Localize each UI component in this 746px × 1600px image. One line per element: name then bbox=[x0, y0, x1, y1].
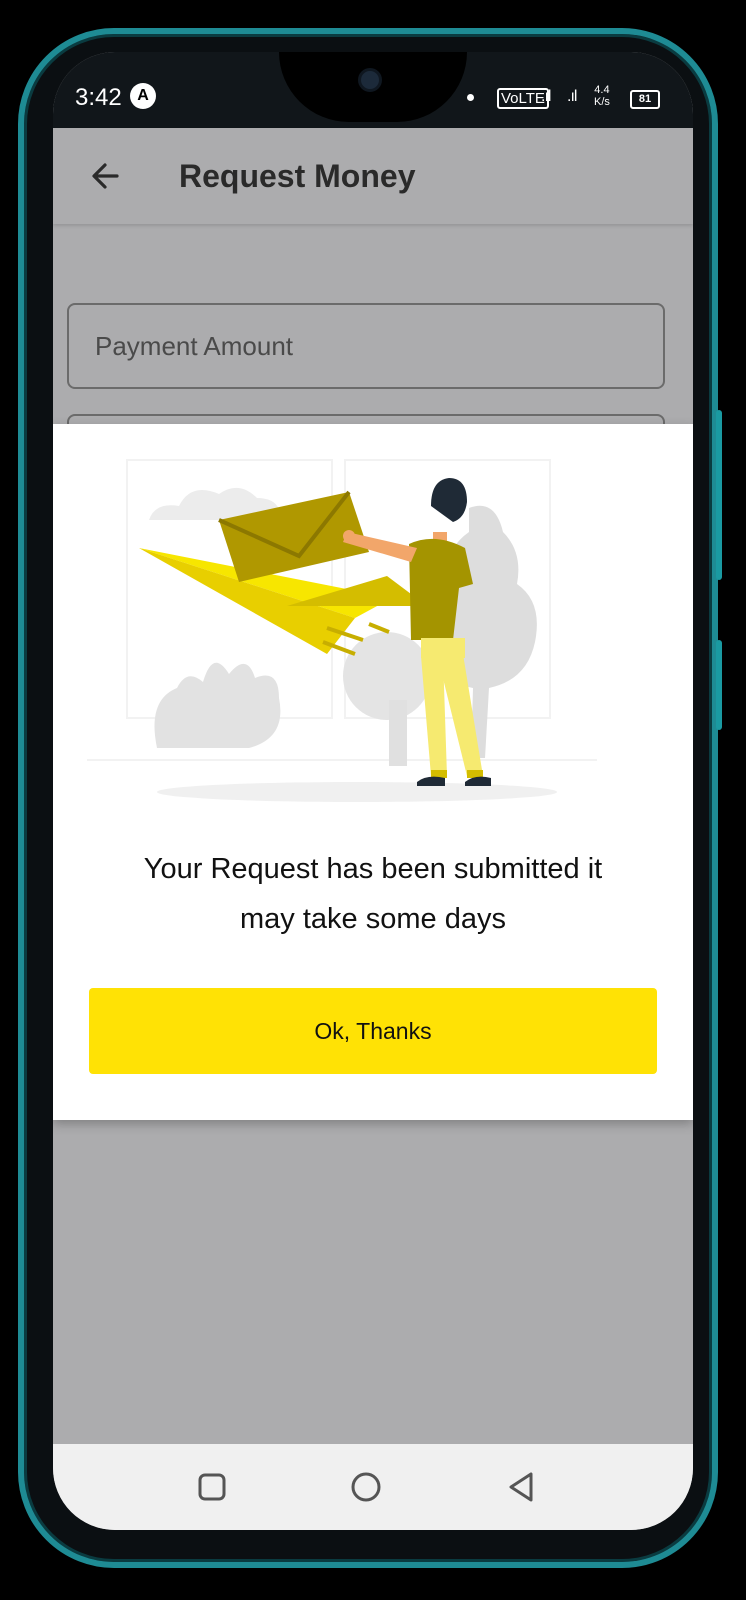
front-camera bbox=[358, 68, 382, 92]
signal-icon-2: .ıl bbox=[567, 88, 578, 105]
status-bar: 3:42 A VoLTE .ıl .ıl 4.4 K/s 81 bbox=[53, 52, 693, 128]
notification-dot-icon bbox=[467, 94, 474, 101]
dialog-message-line2: may take some days bbox=[240, 903, 506, 935]
dialog-message: Your Request has been submitted it may t… bbox=[93, 844, 653, 944]
phone-screen: 3:42 A VoLTE .ıl .ıl 4.4 K/s 81 Request … bbox=[53, 52, 693, 1530]
signal-icon: .ıl bbox=[541, 88, 552, 105]
request-sent-illustration bbox=[87, 459, 597, 802]
power-button bbox=[716, 640, 722, 730]
arrow-left-icon[interactable] bbox=[87, 156, 127, 196]
volume-button bbox=[716, 410, 722, 580]
app-bar: Request Money bbox=[53, 128, 693, 224]
page-title: Request Money bbox=[179, 158, 416, 194]
status-time: 3:42 bbox=[75, 84, 122, 111]
success-dialog: Your Request has been submitted it may t… bbox=[53, 424, 693, 1120]
dialog-message-line1: Your Request has been submitted it bbox=[143, 853, 603, 885]
network-speed-value: 4.4 bbox=[594, 84, 610, 96]
payment-amount-field[interactable]: Payment Amount bbox=[67, 303, 665, 389]
back-icon[interactable] bbox=[505, 1470, 539, 1504]
app-notification-icon: A bbox=[130, 83, 156, 109]
recent-apps-icon[interactable] bbox=[195, 1470, 229, 1504]
ok-thanks-button[interactable]: Ok, Thanks bbox=[89, 988, 657, 1074]
network-speed-unit: K/s bbox=[594, 96, 610, 108]
battery-icon: 81 bbox=[630, 90, 660, 109]
system-navigation-bar bbox=[53, 1444, 693, 1530]
network-speed: 4.4 K/s bbox=[594, 84, 610, 108]
home-icon[interactable] bbox=[349, 1470, 383, 1504]
payment-amount-label: Payment Amount bbox=[95, 331, 293, 361]
